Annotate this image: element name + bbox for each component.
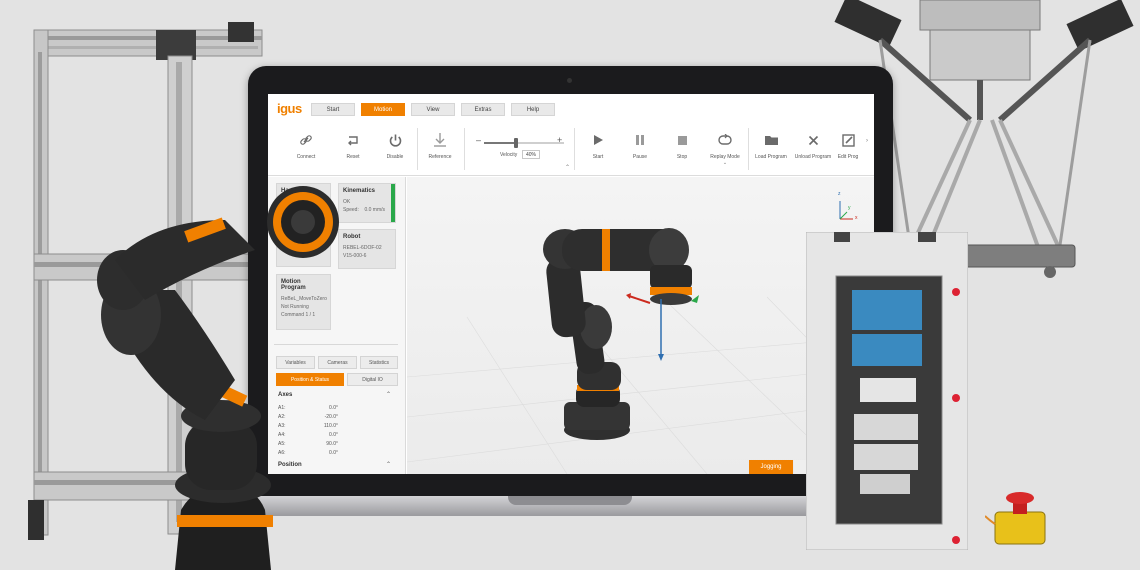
edit-program-button[interactable]: Edit Prog: [829, 129, 867, 160]
connect-button[interactable]: Connect: [281, 129, 331, 160]
igus-logo: igus: [277, 101, 302, 116]
velocity-slider[interactable]: [484, 135, 564, 151]
chevron-up-icon[interactable]: ⌃: [386, 391, 391, 398]
rebel-robot-model: [543, 228, 699, 440]
menu-tab-extras[interactable]: Extras: [461, 103, 505, 116]
velocity-increase-button[interactable]: +: [557, 135, 562, 145]
app-window: igus Start Motion View Extras Help Conne…: [268, 94, 874, 474]
jogging-button[interactable]: Jogging: [749, 460, 793, 474]
menu-tab-motion[interactable]: Motion: [361, 103, 405, 116]
menu-tab-help[interactable]: Help: [511, 103, 555, 116]
orientation-gizmo: [839, 201, 853, 220]
edit-icon: [829, 129, 867, 151]
ribbon-toolbar: Connect Reset Disable Reference – + Star…: [268, 122, 874, 176]
chevron-down-icon[interactable]: ⌄: [700, 160, 750, 166]
main-menu: Start Motion View Extras Help: [311, 103, 555, 116]
connect-label: Connect: [296, 154, 316, 160]
gizmo-x-label: x: [855, 215, 858, 221]
3d-viewport[interactable]: z y x: [406, 177, 874, 474]
robot-3d-scene: [406, 201, 874, 474]
menu-tab-start[interactable]: Start: [311, 103, 355, 116]
kinematics-speed-value: 0.0 mm/s: [364, 207, 385, 213]
webcam-dot: [567, 78, 572, 83]
velocity-label: Velocity: [500, 152, 518, 158]
gizmo-y-label: y: [848, 205, 851, 211]
control-cabinet-image: [806, 232, 968, 550]
emergency-stop-image: [985, 492, 1046, 545]
chevron-right-icon[interactable]: ›: [866, 138, 868, 144]
collapse-ribbon-icon[interactable]: ⌃: [565, 164, 570, 171]
robot-arm-image: [97, 186, 339, 570]
title-bar: igus Start Motion View Extras Help: [268, 94, 874, 122]
velocity-decrease-button[interactable]: –: [476, 135, 481, 145]
reference-label: Reference: [428, 154, 452, 160]
menu-tab-view[interactable]: View: [411, 103, 455, 116]
download-arrow-icon: [415, 129, 465, 151]
power-icon: [370, 129, 420, 151]
toolbar-separator: [464, 128, 465, 170]
loop-icon: [700, 129, 750, 151]
disable-button[interactable]: Disable: [370, 129, 420, 160]
velocity-value-field[interactable]: 40%: [522, 150, 540, 159]
laptop-notch: [508, 496, 632, 505]
gizmo-z-label: z: [838, 191, 841, 197]
kinematics-ok-indicator: [391, 184, 395, 222]
velocity-slider-fill: [484, 142, 516, 144]
edit-program-label: Edit Prog: [837, 154, 859, 160]
disable-label: Disable: [386, 154, 404, 160]
chevron-up-icon[interactable]: ⌃: [386, 461, 391, 468]
replay-mode-button[interactable]: Replay Mode ⌄: [700, 129, 750, 166]
tab-statistics[interactable]: Statistics: [360, 356, 398, 369]
velocity-slider-thumb[interactable]: [514, 138, 518, 148]
link-icon: [281, 129, 331, 151]
reference-button[interactable]: Reference: [415, 129, 465, 160]
